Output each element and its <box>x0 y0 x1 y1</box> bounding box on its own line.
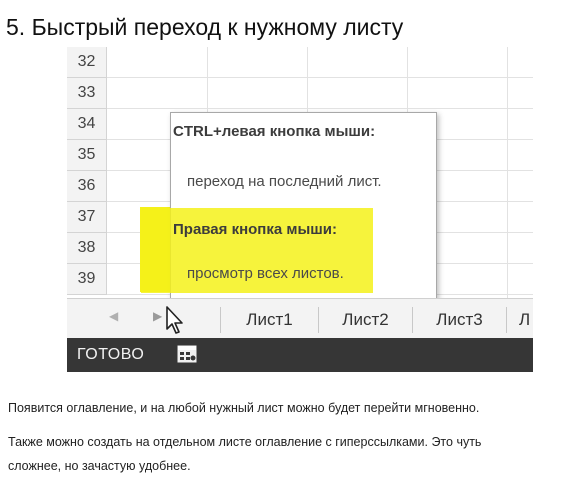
row-header-38[interactable]: 38 <box>67 233 107 264</box>
row-header-34[interactable]: 34 <box>67 109 107 140</box>
tooltip-ctrl-header: CTRL+левая кнопка мыши: <box>173 123 376 140</box>
row-header-33[interactable]: 33 <box>67 78 107 109</box>
article-heading: 5. Быстрый переход к нужному листу <box>6 14 404 40</box>
tab-sheet1[interactable]: Лист1 <box>220 307 318 333</box>
spreadsheet-grid: 32 33 34 35 36 37 38 39 CTRL+левая кнопк… <box>67 47 533 300</box>
tab-sheet-partial[interactable]: Л <box>506 307 533 333</box>
tooltip-right-click-text: просмотр всех листов. <box>187 265 344 282</box>
mouse-pointer-icon <box>166 306 183 334</box>
paragraph-hyperlinks-line1: Также можно создать на отдельном листе о… <box>8 435 482 449</box>
row-header-36[interactable]: 36 <box>67 171 107 202</box>
tooltip-ctrl-text: переход на последний лист. <box>187 173 382 190</box>
triangle-left-icon[interactable]: ◀ <box>109 309 118 323</box>
row-header-32[interactable]: 32 <box>67 47 107 78</box>
status-ready-label: ГОТОВО <box>77 346 145 363</box>
excel-screenshot: 32 33 34 35 36 37 38 39 CTRL+левая кнопк… <box>67 47 533 372</box>
tab-sheet3[interactable]: Лист3 <box>412 307 506 333</box>
paragraph-toc-navigation: Появится оглавление, и на любой нужный л… <box>8 401 480 415</box>
row-header-37[interactable]: 37 <box>67 202 107 233</box>
sheet-navigation-tooltip: CTRL+левая кнопка мыши: переход на после… <box>141 112 437 300</box>
macro-sheet-icon[interactable] <box>177 345 197 363</box>
tooltip-right-click-header: Правая кнопка мыши: <box>173 221 338 238</box>
status-bar: ГОТОВО <box>67 338 533 372</box>
row-header-39[interactable]: 39 <box>67 264 107 295</box>
gridline <box>107 108 533 109</box>
gridline <box>507 47 508 298</box>
paragraph-hyperlinks-line2: сложнее, но зачастую удобнее. <box>8 459 191 473</box>
triangle-right-icon[interactable]: ▶ <box>153 309 162 323</box>
tab-sheet2[interactable]: Лист2 <box>318 307 412 333</box>
gridline <box>107 77 533 78</box>
row-header-35[interactable]: 35 <box>67 140 107 171</box>
sheet-tab-bar: ◀ ▶ Лист1 Лист2 Лист3 Л <box>67 298 533 338</box>
